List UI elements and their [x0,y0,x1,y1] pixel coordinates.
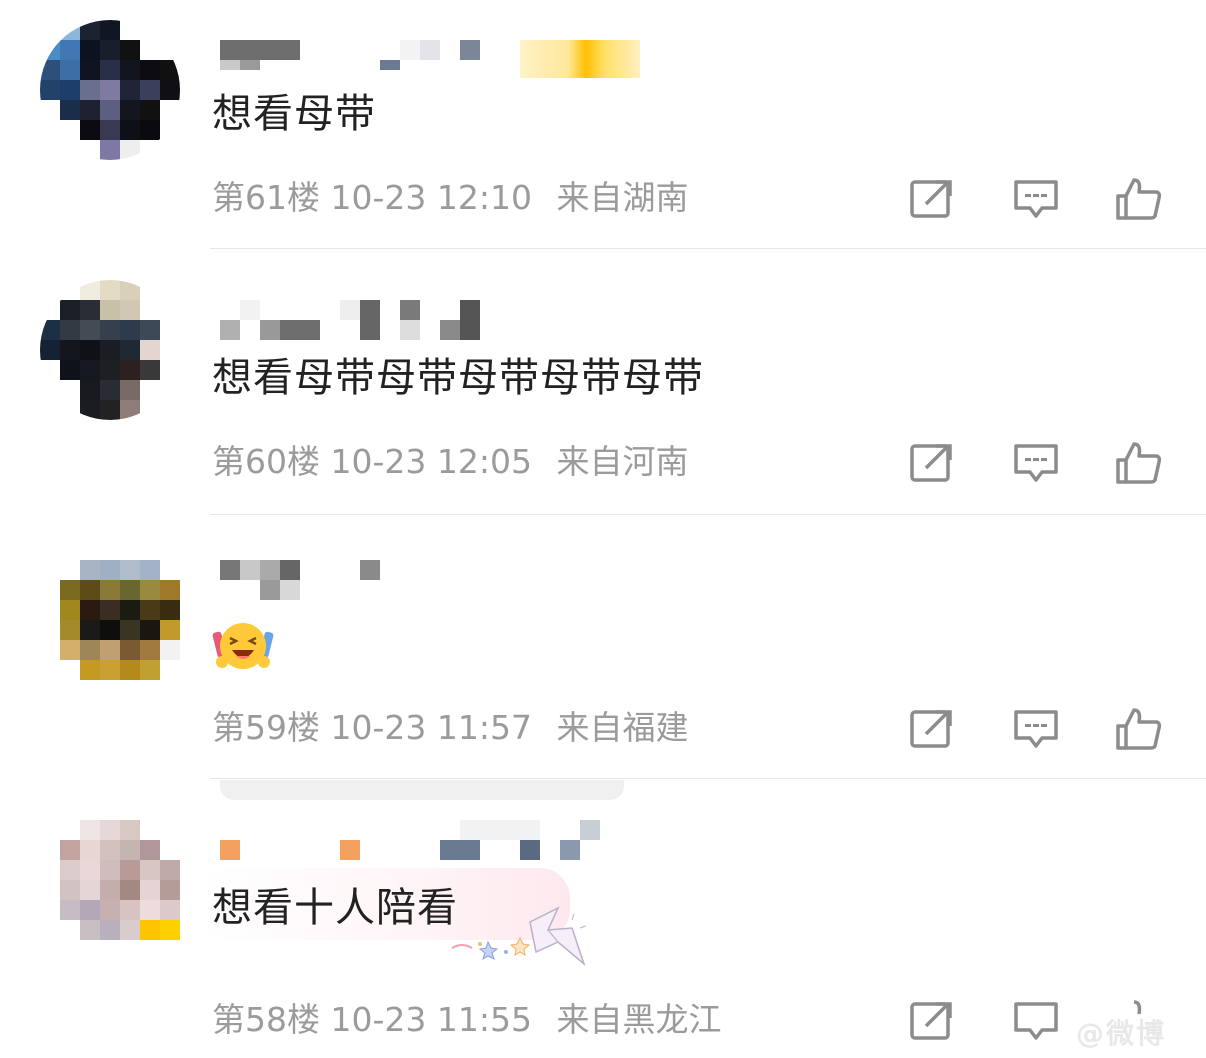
comment-actions [908,176,1168,224]
share-icon [910,1002,952,1040]
reply-button[interactable] [1012,176,1064,224]
thumbs-up-icon [1116,442,1162,484]
share-icon [910,180,952,218]
share-icon [910,444,952,482]
comment-meta: 第58楼 10-23 11:55 来自黑龙江 [212,998,721,1042]
like-button[interactable] [1114,706,1166,754]
comment-actions [908,706,1168,754]
comment-actions [908,440,1168,488]
comment-icon [1014,444,1058,482]
comment-text: 想看十人陪看 [212,885,458,931]
comment-text: 想看母带 [212,91,376,137]
reply-button[interactable] [1012,440,1064,488]
comment-icon [1014,180,1058,218]
share-button[interactable] [908,998,960,1046]
comment-icon [1014,710,1058,748]
comment-meta: 第60楼 10-23 12:05 来自河南 [212,440,688,484]
reply-button[interactable] [1012,998,1064,1046]
comment-location: 来自福建 [556,708,689,747]
reply-button[interactable] [1012,706,1064,754]
thumbs-up-icon [1116,178,1162,220]
avatar[interactable] [40,20,180,160]
collapsed-bar [220,780,624,800]
floor-number: 第61楼 [212,178,320,217]
comment-location: 来自湖南 [556,178,689,217]
username[interactable] [220,820,660,860]
watermark: @微博 [1076,1017,1167,1050]
like-button[interactable] [1114,440,1166,488]
comment-icon [1014,1002,1058,1040]
divider [210,248,1206,249]
share-button[interactable] [908,176,960,224]
username[interactable] [220,560,660,600]
username[interactable] [220,300,660,340]
comment-location: 来自河南 [556,442,689,481]
avatar[interactable] [60,820,180,940]
comment-location: 来自黑龙江 [556,1000,722,1039]
avatar[interactable] [40,280,180,420]
comment-time: 10-23 12:10 [330,178,532,217]
divider [210,514,1206,515]
divider [210,778,1206,779]
floor-number: 第58楼 [212,1000,320,1039]
username[interactable] [220,40,660,78]
like-button[interactable] [1114,176,1166,224]
share-button[interactable] [908,706,960,754]
laughing-emoji [212,618,274,672]
comment-text: 想看母带母带母带母带母带 [212,355,704,401]
comment-meta: 第59楼 10-23 11:57 来自福建 [212,706,688,750]
share-button[interactable] [908,440,960,488]
floor-number: 第60楼 [212,442,320,481]
paper-crane-icon [440,900,600,972]
floor-number: 第59楼 [212,708,320,747]
comment-meta: 第61楼 10-23 12:10 来自湖南 [212,176,688,220]
comment-time: 10-23 12:05 [330,442,532,481]
comment-time: 10-23 11:55 [330,1000,532,1039]
thumbs-up-icon [1116,708,1162,750]
share-icon [910,710,952,748]
avatar[interactable] [60,560,180,680]
comment-time: 10-23 11:57 [330,708,532,747]
